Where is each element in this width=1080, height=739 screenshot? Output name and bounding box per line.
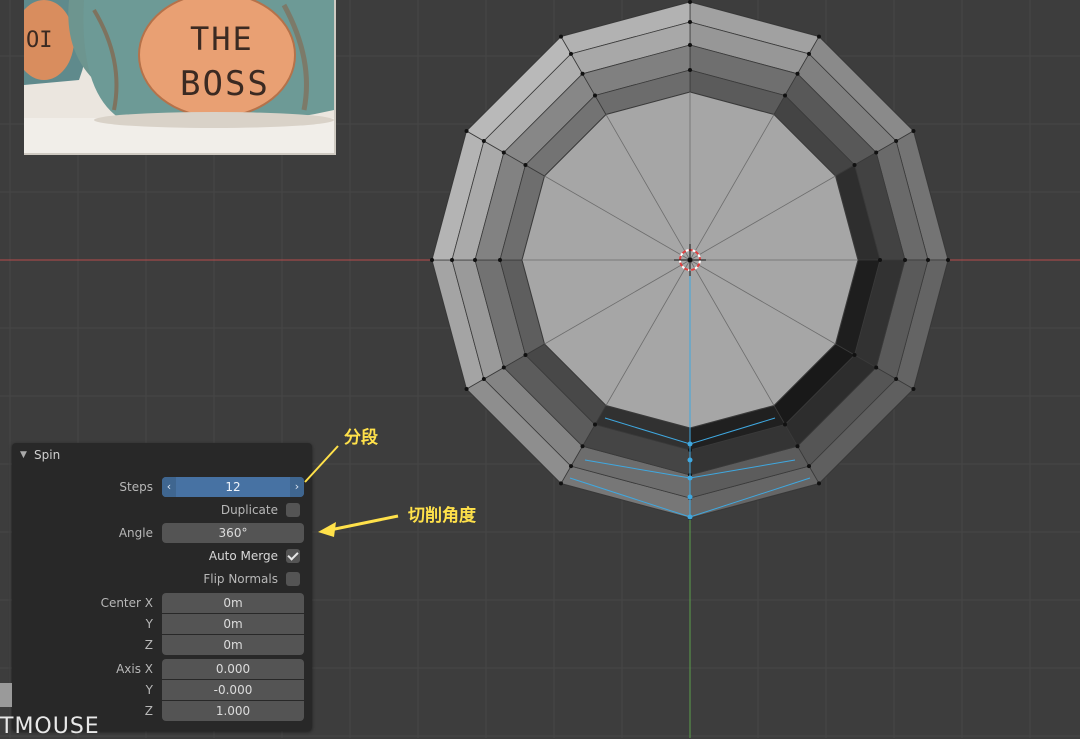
center-x-value: 0m: [223, 596, 243, 610]
mesh-vertex: [911, 387, 916, 391]
mesh-vertex: [874, 365, 879, 370]
mesh-vertex: [874, 150, 879, 155]
collapse-triangle-icon[interactable]: ▼: [20, 450, 34, 460]
mesh-vertex: [688, 20, 692, 24]
mesh-vertex: [481, 139, 486, 143]
mesh-vertex: [580, 444, 585, 449]
angle-value: 360°: [218, 526, 248, 540]
mesh-vertex: [430, 258, 434, 262]
mesh-vertex: [688, 43, 692, 47]
mesh-vertex: [569, 464, 573, 469]
mesh-vertex: [501, 150, 506, 155]
panel-title: Spin: [34, 448, 61, 462]
center-z-field[interactable]: 0m: [162, 635, 304, 655]
auto-merge-checkbox[interactable]: [286, 549, 300, 563]
mug-text-boss: BOSS: [180, 64, 270, 104]
flip-normals-label: Flip Normals: [203, 572, 278, 586]
axis-x-field[interactable]: 0.000: [162, 659, 304, 679]
mesh-vertex: [593, 422, 597, 427]
mesh-vertex: [688, 68, 692, 72]
mesh-vertex: [852, 163, 857, 167]
mesh-vertex: [817, 34, 821, 39]
mesh-vertex: [894, 139, 899, 143]
mesh-vertex: [498, 258, 502, 262]
mesh-vertex: [852, 353, 857, 357]
steps-field[interactable]: ‹ 12 ›: [162, 477, 304, 497]
flip-normals-checkbox[interactable]: [286, 572, 300, 586]
auto-merge-label: Auto Merge: [208, 549, 278, 563]
mesh-vertex: [559, 34, 563, 39]
center-x-field[interactable]: 0m: [162, 593, 304, 613]
mesh-vertex: [783, 93, 787, 98]
mesh-vertex: [894, 377, 899, 381]
axis-z-value: 1.000: [215, 704, 251, 718]
mesh-vertex: [523, 163, 528, 167]
steps-annotation: 分段: [344, 428, 378, 448]
reference-image: THE BOSS OI: [24, 0, 336, 155]
flip-normals-checkbox-row[interactable]: Flip Normals: [162, 569, 304, 589]
mesh-vertex: [450, 258, 454, 262]
center-y-value: 0m: [223, 617, 243, 631]
mouse-hint-text: TMOUSE: [0, 714, 100, 739]
mesh-vertex: [569, 51, 573, 56]
mesh-vertex: [464, 387, 469, 391]
axis-y-value: -0.000: [213, 683, 253, 697]
panel-header[interactable]: ▼ Spin: [12, 443, 312, 467]
mesh-vertex: [481, 377, 486, 381]
duplicate-checkbox[interactable]: [286, 503, 300, 517]
angle-field[interactable]: 360°: [162, 523, 304, 543]
mesh-vertex: [523, 353, 528, 357]
origin-dot: [687, 257, 693, 263]
mesh-vertex: [946, 258, 950, 262]
center-z-value: 0m: [223, 638, 243, 652]
mesh-vertex: [688, 0, 692, 4]
duplicate-label: Duplicate: [220, 503, 278, 517]
mesh-vertex: [795, 71, 800, 76]
axis-y-field[interactable]: -0.000: [162, 680, 304, 700]
axis-x-value: 0.000: [215, 662, 251, 676]
steps-label: Steps: [119, 480, 153, 494]
mesh-vertex: [464, 129, 469, 133]
mug-text-the: THE: [190, 20, 254, 58]
center-x-label: Center X: [100, 596, 153, 610]
axis-y-label: Y: [145, 683, 153, 697]
mesh-vertex: [795, 444, 800, 449]
side-tab-block: [0, 683, 12, 707]
angle-label: Angle: [118, 526, 153, 540]
duplicate-checkbox-row[interactable]: Duplicate: [162, 500, 304, 520]
center-y-field[interactable]: 0m: [162, 614, 304, 634]
mesh-vertex: [580, 71, 585, 76]
steps-value: 12: [225, 480, 241, 494]
mesh-vertex: [807, 51, 811, 56]
mesh-vertex: [903, 258, 907, 262]
mesh-vertex: [807, 464, 811, 469]
axis-x-label: Axis X: [116, 662, 153, 676]
axis-z-field[interactable]: 1.000: [162, 701, 304, 721]
mesh-vertex: [501, 365, 506, 370]
mesh-vertex: [783, 422, 787, 427]
mesh-vertex: [559, 481, 563, 486]
angle-annotation: 切削角度: [408, 506, 476, 526]
increment-arrow-icon[interactable]: ›: [290, 477, 304, 497]
mesh-vertex: [926, 258, 930, 262]
mesh-vertex: [817, 481, 821, 486]
center-y-label: Y: [145, 617, 153, 631]
mug-text-fragment: OI: [26, 28, 53, 53]
mesh-vertex: [911, 129, 916, 133]
auto-merge-checkbox-row[interactable]: Auto Merge: [162, 546, 304, 566]
mesh-vertex: [473, 258, 477, 262]
mesh-vertex: [878, 258, 882, 262]
mesh-vertex: [593, 93, 597, 98]
decrement-arrow-icon[interactable]: ‹: [162, 477, 176, 497]
spin-operator-panel[interactable]: ▼ Spin Steps ‹ 12 › Duplicate Angle 360°…: [12, 443, 312, 731]
center-z-label: Z: [144, 638, 153, 652]
